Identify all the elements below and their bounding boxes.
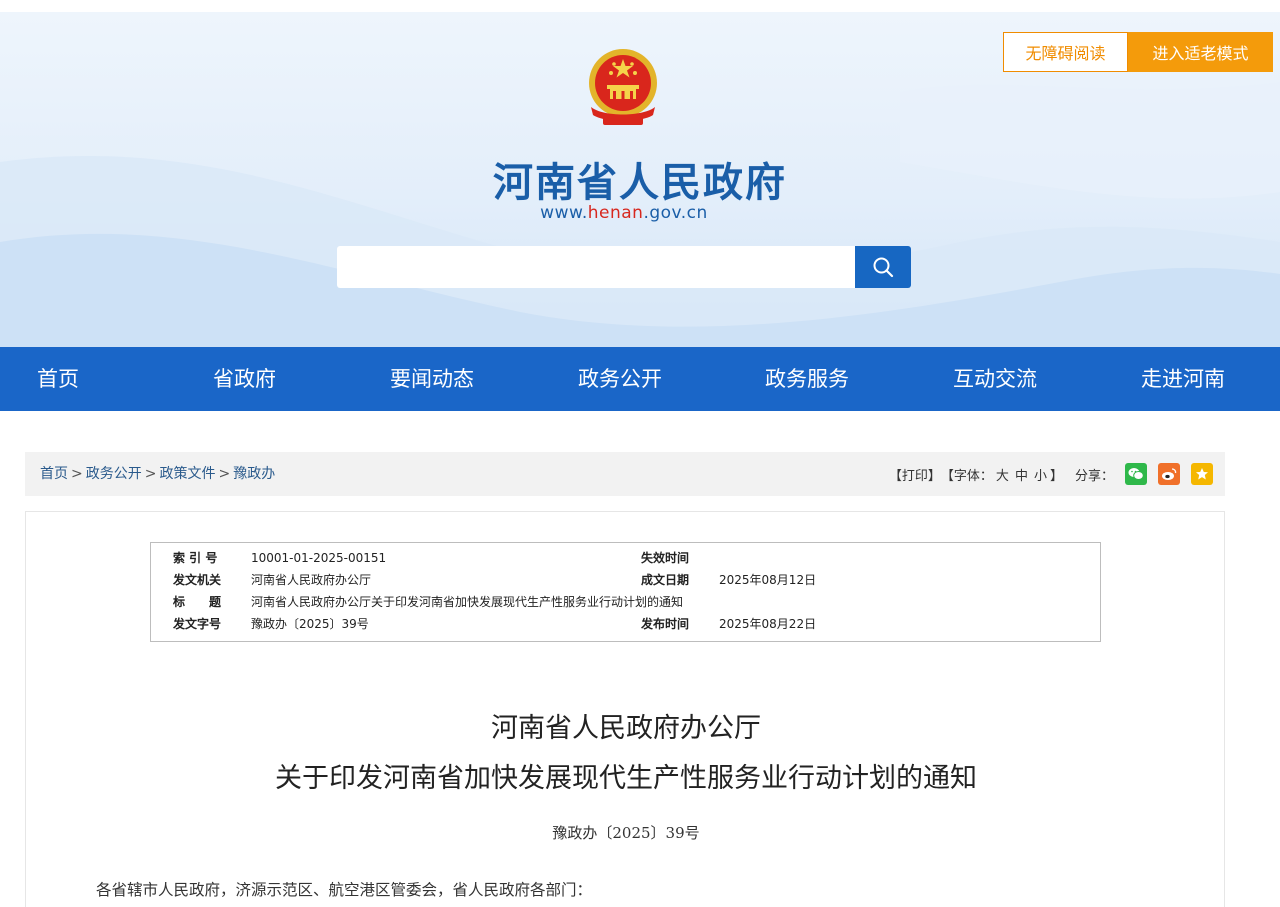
site-header: 无障碍阅读 进入适老模式 河南省人民政府 www.henan.gov.cn — [0, 12, 1280, 347]
share-label: 分享： — [1074, 468, 1114, 484]
document-salutation: 各省辖市人民政府，济源示范区、航空港区管委会，省人民政府各部门： — [96, 881, 593, 899]
elder-mode-button[interactable]: 进入适老模式 — [1128, 32, 1273, 72]
written-date-value: 2025年08月12日 — [719, 573, 817, 587]
info-row-issuer: 发文机关 河南省人民政府办公厅 成文日期 2025年08月12日 — [151, 569, 1100, 591]
search-icon — [873, 257, 894, 278]
breadcrumb-yuzhengban[interactable]: 豫政办 — [233, 466, 275, 482]
print-button[interactable]: 【打印】 — [889, 465, 941, 484]
search-input[interactable] — [337, 246, 855, 288]
site-url: www.henan.gov.cn — [0, 203, 1248, 223]
title-value: 河南省人民政府办公厅关于印发河南省加快发展现代生产性服务业行动计划的通知 — [251, 595, 684, 609]
font-large-button[interactable]: 大 — [996, 465, 1009, 484]
site-name-title: 河南省人民政府 — [493, 160, 787, 206]
url-suffix: .gov.cn — [643, 203, 708, 223]
main-nav: 首页 省政府 要闻动态 政务公开 政务服务 互动交流 走进河南 — [0, 347, 1280, 411]
font-medium-button[interactable]: 中 — [1015, 465, 1028, 484]
publish-time-value: 2025年08月22日 — [719, 617, 817, 631]
document-number: 豫政办〔2025〕39号 — [552, 824, 700, 842]
nav-item-gov-services[interactable]: 政务服务 — [765, 347, 849, 411]
expiry-time-label: 失效时间 — [641, 551, 690, 565]
index-number-value: 10001-01-2025-00151 — [251, 551, 387, 565]
national-emblem-icon — [589, 49, 657, 125]
written-date-label: 成文日期 — [641, 573, 690, 587]
nav-item-news[interactable]: 要闻动态 — [390, 347, 474, 411]
document-number-value: 豫政办〔2025〕39号 — [251, 617, 369, 631]
title-label: 标 题 — [173, 595, 222, 609]
document-title-line2: 关于印发河南省加快发展现代生产性服务业行动计划的通知 — [275, 763, 977, 794]
breadcrumb-policy-documents[interactable]: 政策文件 — [159, 466, 215, 482]
url-highlight: henan — [587, 203, 644, 223]
favorite-star-icon[interactable] — [1191, 463, 1213, 485]
font-size-label: 【字体： — [940, 468, 993, 484]
breadcrumb: 首页 > 政务公开 > 政策文件 > 豫政办 — [40, 452, 275, 496]
issuer-label: 发文机关 — [173, 573, 222, 587]
publish-time-label: 发布时间 — [641, 617, 690, 631]
search-button[interactable] — [855, 246, 911, 288]
url-prefix: www. — [540, 203, 588, 223]
breadcrumb-separator: > — [218, 466, 231, 482]
breadcrumb-gov-affairs-open[interactable]: 政务公开 — [86, 466, 142, 482]
info-row-title: 标 题 河南省人民政府办公厅关于印发河南省加快发展现代生产性服务业行动计划的通知 — [151, 591, 1100, 613]
nav-item-home[interactable]: 首页 — [37, 347, 79, 411]
info-row-index: 索 引 号 10001-01-2025-00151 失效时间 — [151, 547, 1100, 569]
weibo-share-icon[interactable] — [1158, 463, 1180, 485]
info-row-docno: 发文字号 豫政办〔2025〕39号 发布时间 2025年08月22日 — [151, 613, 1100, 635]
document-title-line1: 河南省人民政府办公厅 — [491, 713, 761, 744]
breadcrumb-separator: > — [144, 466, 157, 482]
breadcrumb-bar: 首页 > 政务公开 > 政策文件 > 豫政办 【打印】 【字体： 大 中 小 】 分享： — [25, 452, 1225, 496]
nav-item-interaction[interactable]: 互动交流 — [953, 347, 1037, 411]
issuer-value: 河南省人民政府办公厅 — [251, 573, 372, 587]
font-small-button[interactable]: 小 — [1034, 465, 1047, 484]
nav-item-provincial-gov[interactable]: 省政府 — [213, 347, 276, 411]
document-info-table: 索 引 号 10001-01-2025-00151 失效时间 发文机关 河南省人… — [150, 542, 1101, 642]
wechat-share-icon[interactable] — [1125, 463, 1147, 485]
nav-item-gov-affairs-open[interactable]: 政务公开 — [578, 347, 662, 411]
document-number-label: 发文字号 — [173, 617, 222, 631]
font-size-close: 】 — [1049, 468, 1063, 484]
index-number-label: 索 引 号 — [173, 551, 218, 565]
nav-item-about-henan[interactable]: 走进河南 — [1141, 347, 1225, 411]
accessibility-reading-button[interactable]: 无障碍阅读 — [1003, 32, 1128, 72]
page-tools: 【打印】 【字体： 大 中 小 】 分享： — [889, 452, 1213, 496]
breadcrumb-separator: > — [71, 466, 83, 482]
breadcrumb-home[interactable]: 首页 — [40, 466, 68, 482]
article-content: 索 引 号 10001-01-2025-00151 失效时间 发文机关 河南省人… — [25, 511, 1225, 907]
